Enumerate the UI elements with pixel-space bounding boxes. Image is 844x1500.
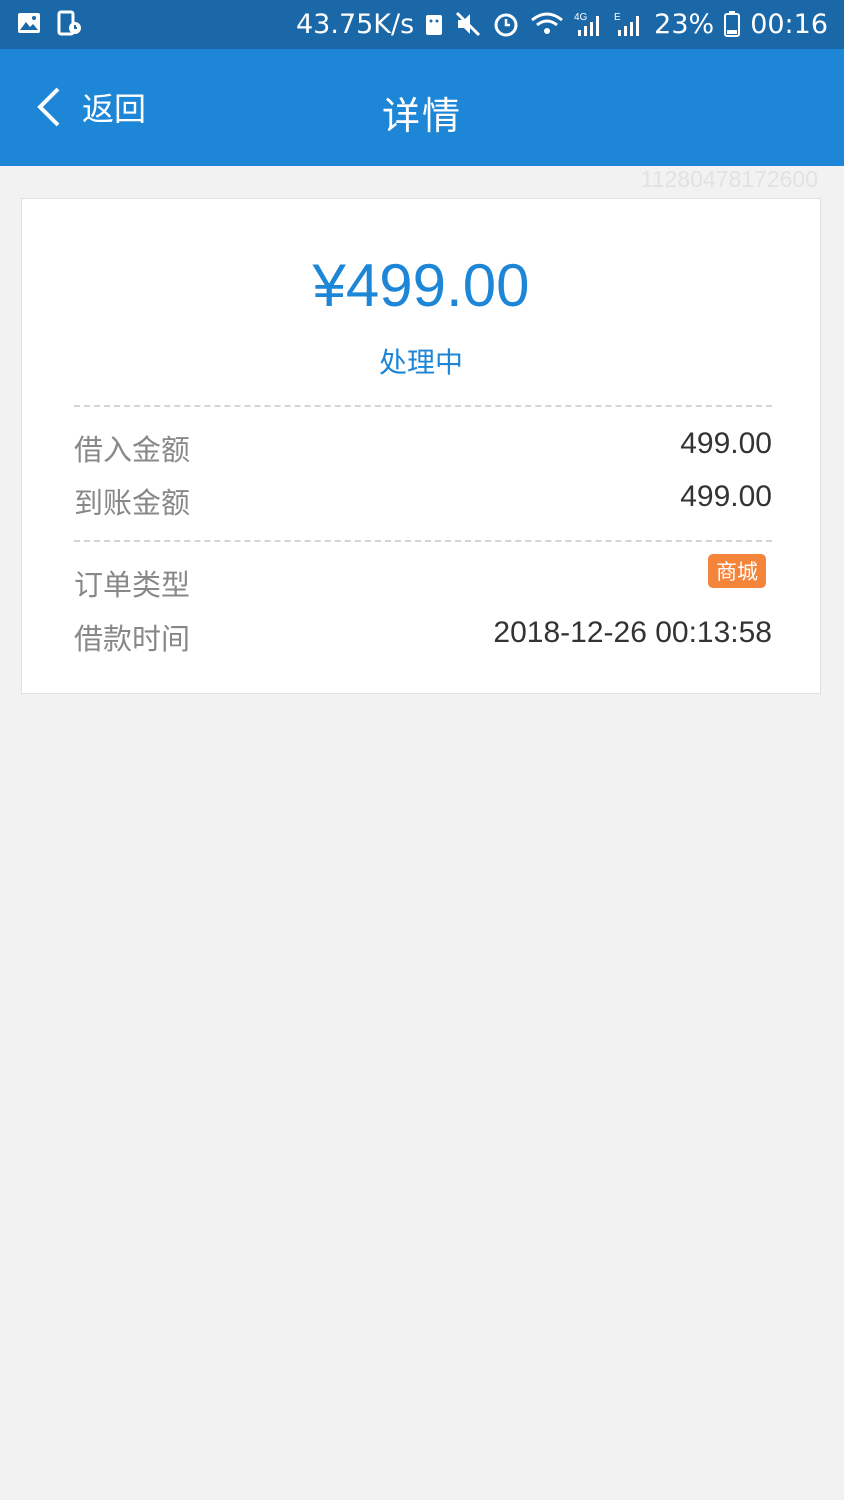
order-id: 11280478172600 xyxy=(640,166,818,192)
order-type-tag: 商城 xyxy=(708,554,766,588)
status-left-icons xyxy=(16,10,82,36)
battery-percent: 23% xyxy=(654,8,715,40)
row-loan-time: 借款时间 2018-12-26 00:13:58 xyxy=(74,616,772,660)
row-value: 499.00 xyxy=(680,427,772,460)
row-borrow-amount: 借入金额 499.00 xyxy=(74,427,772,471)
detail-card: ¥499.00 处理中 借入金额 499.00 到账金额 499.00 订单类型… xyxy=(21,198,821,694)
svg-text:E: E xyxy=(614,12,621,23)
app-header: 返回 详情 xyxy=(0,49,844,166)
mute-icon xyxy=(456,11,481,37)
row-label: 借款时间 xyxy=(74,622,191,656)
row-label: 到账金额 xyxy=(74,486,191,520)
gallery-icon xyxy=(18,13,40,33)
clock: 00:16 xyxy=(750,8,828,40)
row-label: 订单类型 xyxy=(74,568,191,602)
android-icon xyxy=(426,15,443,35)
status-bar: 43.75K/s 4G E 23% 00:16 xyxy=(0,0,844,49)
amount-display: ¥499.00 xyxy=(312,252,530,319)
row-label: 借入金额 xyxy=(74,433,191,467)
row-received-amount: 到账金额 499.00 xyxy=(74,480,772,524)
row-value: 499.00 xyxy=(680,480,772,513)
wifi-icon xyxy=(531,12,564,34)
row-value: 2018-12-26 00:13:58 xyxy=(493,616,772,649)
divider xyxy=(74,405,772,407)
network-speed: 43.75K/s xyxy=(296,8,415,40)
signal-e-icon: E xyxy=(614,12,640,36)
signal-4g-icon: 4G xyxy=(574,12,600,36)
svg-text:4G: 4G xyxy=(574,12,588,23)
page-title: 详情 xyxy=(381,94,462,138)
alarm-icon xyxy=(494,13,518,37)
battery-icon xyxy=(724,11,741,37)
row-order-type: 订单类型 商城 xyxy=(74,554,772,606)
screen-record-icon xyxy=(57,10,81,36)
status-right: 43.75K/s 4G E 23% 00:16 xyxy=(296,6,828,42)
divider xyxy=(74,540,772,542)
status-text: 处理中 xyxy=(378,346,463,379)
